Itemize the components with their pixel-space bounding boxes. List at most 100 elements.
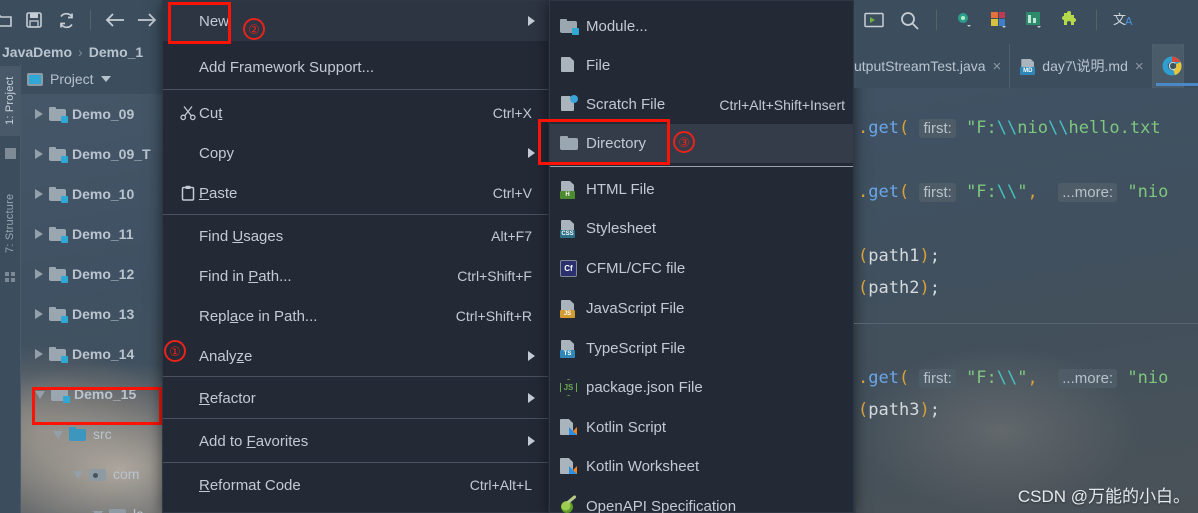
chrome-icon: C	[1161, 55, 1183, 77]
project-window-icon	[27, 72, 43, 86]
menu-item-label: Cut	[199, 104, 223, 122]
param-hint-more: ...more:	[1058, 183, 1118, 202]
tree-item-label: Demo_12	[72, 266, 135, 282]
tree-item-label: Demo_14	[72, 346, 135, 362]
expand-arrow-icon[interactable]	[35, 349, 43, 359]
tool-tab-project[interactable]: 1: Project	[0, 66, 21, 136]
tool-tab-marker-icon	[5, 148, 16, 159]
run-console-icon[interactable]	[860, 6, 888, 34]
save-icon[interactable]	[20, 6, 48, 34]
editor-tab-browser-preview[interactable]: C	[1152, 44, 1184, 88]
css-file-icon: CSS	[560, 220, 586, 238]
menu-item-cut[interactable]: Cut Ctrl+X	[163, 93, 548, 133]
code-editor[interactable]: .get( first: "F:\\nio\\hello.txt .get( f…	[854, 88, 1198, 513]
sync-icon[interactable]	[52, 6, 80, 34]
submenu-item-directory[interactable]: Directory	[550, 124, 853, 163]
expand-arrow-icon[interactable]	[35, 109, 43, 119]
expand-arrow-icon[interactable]	[35, 309, 43, 319]
plugin-icon[interactable]	[1055, 6, 1083, 34]
submenu-item-stylesheet[interactable]: CSS Stylesheet	[550, 209, 853, 248]
search-icon[interactable]	[895, 6, 923, 34]
tree-row-demo-13[interactable]: Demo_13	[21, 294, 162, 334]
project-tree[interactable]: Demo_09 Demo_09_T Demo_10 Demo_11 Demo_1…	[21, 94, 162, 513]
project-pane-header[interactable]: Project	[21, 64, 162, 94]
menu-item-label: Paste	[199, 184, 238, 202]
close-icon[interactable]: ×	[1135, 58, 1144, 75]
collapse-arrow-icon[interactable]	[53, 431, 63, 439]
editor-tab-day7-shuoming-md[interactable]: MD day7\说明.md ×	[1010, 44, 1153, 88]
menu-item-copy[interactable]: Copy	[163, 133, 548, 173]
back-arrow-icon[interactable]	[101, 6, 129, 34]
submenu-item-module[interactable]: Module...	[550, 7, 853, 46]
tree-row-demo-09-t[interactable]: Demo_09_T	[21, 134, 162, 174]
submenu-item-label: Scratch File	[586, 96, 666, 113]
submenu-item-file[interactable]: File	[550, 46, 853, 85]
close-icon[interactable]: ×	[993, 58, 1002, 75]
menu-item-find-usages[interactable]: Find Usages Alt+F7	[163, 216, 548, 256]
collapse-arrow-icon[interactable]	[73, 471, 83, 479]
open-folder-icon[interactable]	[0, 6, 16, 34]
new-submenu: Module... File Scratch File Ctrl+Alt+Shi…	[549, 0, 854, 513]
tree-row-demo-09[interactable]: Demo_09	[21, 94, 162, 134]
submenu-item-package-json-file[interactable]: JS package.json File	[550, 368, 853, 407]
openapi-icon	[560, 498, 586, 513]
menu-item-replace-in-path[interactable]: Replace in Path... Ctrl+Shift+R	[163, 296, 548, 336]
editor-tab-outputstreamtest[interactable]: utputStreamTest.java ×	[854, 44, 1011, 88]
submenu-item-javascript-file[interactable]: JS JavaScript File	[550, 289, 853, 328]
menu-item-new[interactable]: New	[163, 1, 548, 41]
editor-toolbar: 文A	[854, 0, 1198, 40]
collapse-arrow-icon[interactable]	[35, 391, 45, 399]
translate-icon[interactable]: 文A	[1110, 6, 1138, 34]
tool-tab-structure[interactable]: 7: Structure	[0, 184, 21, 262]
tree-row-com[interactable]: com	[21, 454, 162, 494]
editor-tab-bar: utputStreamTest.java × MD day7\说明.md × C	[854, 40, 1198, 88]
menu-item-label: Find in Path...	[199, 267, 292, 285]
tree-row-demo-14[interactable]: Demo_14	[21, 334, 162, 374]
menu-item-add-to-favorites[interactable]: Add to Favorites	[163, 421, 548, 461]
tree-row-demo-11[interactable]: Demo_11	[21, 214, 162, 254]
menu-item-label: Reformat Code	[199, 476, 301, 494]
submenu-item-typescript-file[interactable]: TS TypeScript File	[550, 329, 853, 368]
tree-row-demo-10[interactable]: Demo_10	[21, 174, 162, 214]
expand-arrow-icon[interactable]	[35, 189, 43, 199]
scissors-icon	[177, 105, 199, 121]
menu-item-add-framework-support[interactable]: Add Framework Support...	[163, 47, 548, 87]
code-line-4: (path2);	[858, 278, 940, 298]
database-icon[interactable]	[950, 6, 978, 34]
tool-window-tabs: 1: Project 7: Structure	[0, 64, 21, 513]
submenu-arrow-icon	[528, 393, 535, 403]
expand-arrow-icon[interactable]	[35, 149, 43, 159]
submenu-item-label: OpenAPI Specification	[586, 498, 737, 513]
layout-grid-icon[interactable]	[985, 6, 1013, 34]
submenu-item-kotlin-worksheet[interactable]: Kotlin Worksheet	[550, 447, 853, 486]
menu-item-shortcut: Ctrl+Shift+R	[455, 308, 532, 324]
breadcrumb-item-project[interactable]: JavaDemo	[2, 44, 72, 60]
menu-item-refactor[interactable]: Refactor	[163, 378, 548, 418]
submenu-item-html-file[interactable]: H HTML File	[550, 170, 853, 209]
html-file-icon: H	[560, 181, 586, 199]
tree-row-src[interactable]: src	[21, 414, 162, 454]
tree-row-demo-12[interactable]: Demo_12	[21, 254, 162, 294]
ide-window: JavaDemo › Demo_1 1: Project 7: Structur…	[0, 0, 1198, 513]
menu-separator	[163, 462, 548, 463]
submenu-item-openapi-specification[interactable]: OpenAPI Specification	[550, 487, 853, 513]
expand-arrow-icon[interactable]	[35, 269, 43, 279]
submenu-item-kotlin-script[interactable]: Kotlin Script	[550, 408, 853, 447]
submenu-separator	[550, 166, 853, 167]
menu-item-paste[interactable]: Paste Ctrl+V	[163, 173, 548, 213]
chart-icon[interactable]	[1020, 6, 1048, 34]
forward-arrow-icon[interactable]	[133, 6, 161, 34]
kotlin-file-icon	[560, 419, 586, 436]
tree-item-label: Demo_09_T	[72, 146, 151, 162]
module-folder-icon	[49, 106, 68, 123]
tree-row-demo-15[interactable]: Demo_15	[21, 374, 162, 414]
expand-arrow-icon[interactable]	[35, 229, 43, 239]
submenu-item-scratch-file[interactable]: Scratch File Ctrl+Alt+Shift+Insert	[550, 85, 853, 124]
submenu-item-cfml-file[interactable]: Cf CFML/CFC file	[550, 249, 853, 288]
menu-item-reformat-code[interactable]: Reformat Code Ctrl+Alt+L	[163, 465, 548, 505]
breadcrumb-item-module[interactable]: Demo_1	[89, 44, 143, 60]
menu-item-analyze[interactable]: Analyze	[163, 336, 548, 376]
tree-row-package-la[interactable]: la	[21, 494, 162, 513]
menu-item-find-in-path[interactable]: Find in Path... Ctrl+Shift+F	[163, 256, 548, 296]
chevron-down-icon[interactable]	[100, 76, 111, 82]
